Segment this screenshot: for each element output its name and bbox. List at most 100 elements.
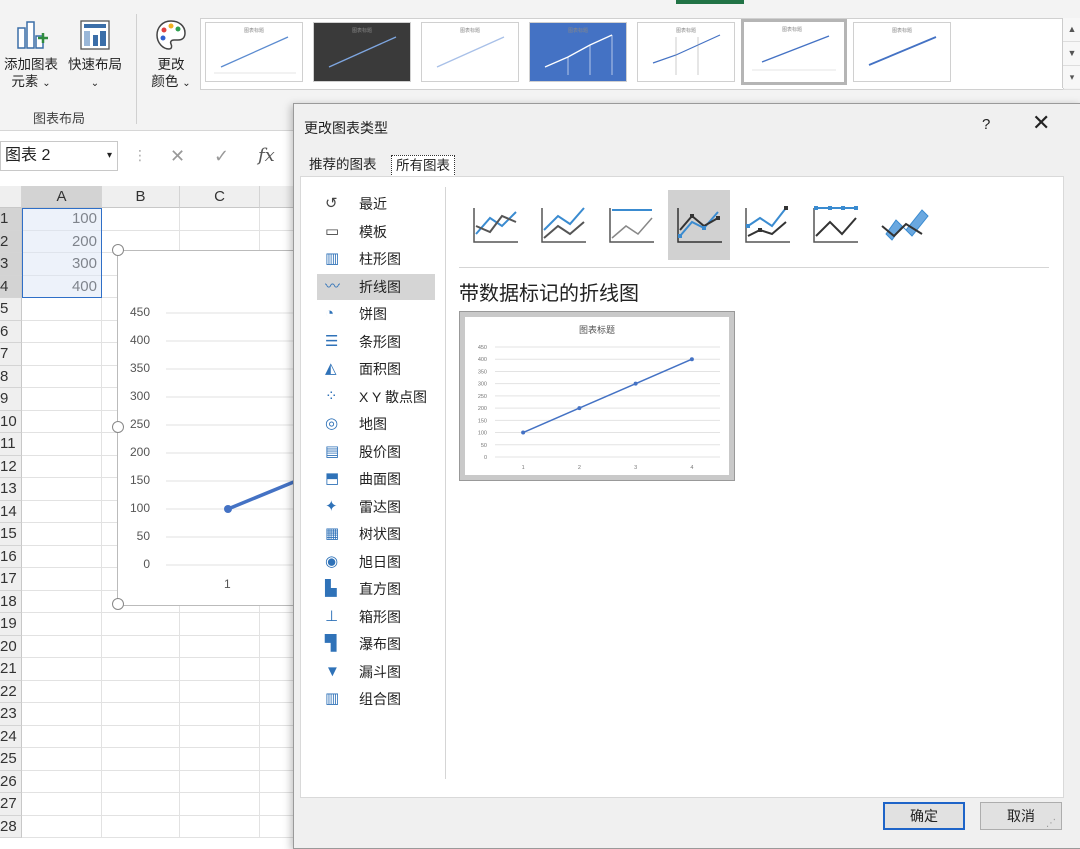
cell[interactable] [180,208,260,231]
row-header[interactable]: 3 [0,253,22,276]
cell[interactable] [22,320,102,343]
chart-category-item[interactable]: ▼ 漏斗图 [317,659,437,685]
column-header-c[interactable]: C [180,186,260,208]
chart-category-item[interactable]: 〰 折线图 [317,273,435,300]
subtype-3d-line[interactable] [872,190,934,254]
chart-category-item[interactable]: ▥ 组合图 [317,686,437,712]
chart-category-item[interactable]: ▦ 树状图 [317,521,437,547]
chart-category-item[interactable]: ▙ 直方图 [317,576,437,602]
row-header[interactable]: 8 [0,365,22,388]
cell[interactable] [102,613,180,636]
row-header[interactable]: 23 [0,703,22,726]
row-header[interactable]: 28 [0,815,22,838]
cell[interactable] [180,658,260,681]
row-header[interactable]: 1 [0,208,22,231]
cell[interactable] [22,770,102,793]
cell[interactable] [22,433,102,456]
cell[interactable] [22,343,102,366]
cell[interactable] [22,815,102,838]
row-header[interactable]: 27 [0,793,22,816]
chart-category-item[interactable]: ▜ 瀑布图 [317,631,437,657]
cell[interactable] [102,770,180,793]
resize-handle[interactable] [112,598,124,610]
cancel-entry-button[interactable]: ✕ [170,146,185,167]
resize-grip-icon[interactable]: ⋰ [1046,818,1056,829]
insert-function-button[interactable]: fx [258,145,275,166]
row-header[interactable]: 17 [0,568,22,591]
chart-category-item[interactable]: ▤ 股价图 [317,439,437,465]
chart-category-item[interactable]: ☰ 条形图 [317,329,437,355]
cell[interactable] [22,725,102,748]
row-header[interactable]: 12 [0,455,22,478]
chart-style-7[interactable]: 图表标题 [853,22,951,82]
chart-category-item[interactable]: ⁘ X Y 散点图 [317,384,437,410]
cell[interactable] [22,613,102,636]
cell[interactable] [102,658,180,681]
cell[interactable] [102,208,180,231]
chart-category-item[interactable]: ✦ 雷达图 [317,494,437,520]
row-header[interactable]: 10 [0,410,22,433]
chart-style-4[interactable]: 图表标题 [529,22,627,82]
cell[interactable] [22,410,102,433]
chart-category-item[interactable]: ◭ 面积图 [317,356,437,382]
cell[interactable] [180,635,260,658]
row-header[interactable]: 14 [0,500,22,523]
subtype-stacked-line[interactable] [532,190,594,254]
cell[interactable] [180,770,260,793]
subtype-stacked-line-markers[interactable] [736,190,798,254]
chart-category-item[interactable]: ↺ 最近 [317,191,437,217]
select-all-corner[interactable] [0,186,22,208]
chart-category-item[interactable]: ⊥ 箱形图 [317,604,437,630]
chart-category-item[interactable]: ◉ 旭日图 [317,549,437,575]
row-header[interactable]: 5 [0,298,22,321]
row-header[interactable]: 13 [0,478,22,501]
chart-category-item[interactable]: ▥ 柱形图 [317,246,437,272]
row-header[interactable]: 22 [0,680,22,703]
cell[interactable] [22,748,102,771]
cell[interactable] [22,298,102,321]
cell[interactable] [180,748,260,771]
row-header[interactable]: 26 [0,770,22,793]
name-box[interactable]: 图表 2 ▾ [0,141,118,171]
cell[interactable] [22,635,102,658]
tab-recommended-charts[interactable]: 推荐的图表 [305,155,381,175]
row-header[interactable]: 7 [0,343,22,366]
gallery-scroll-down[interactable]: ▼ [1063,42,1080,66]
cell[interactable] [22,523,102,546]
help-button[interactable]: ? [982,116,990,133]
row-header[interactable]: 20 [0,635,22,658]
close-button[interactable]: ✕ [1032,112,1050,134]
chart-category-item[interactable]: ◎ 地图 [317,411,437,437]
cell[interactable] [22,500,102,523]
cell[interactable] [22,545,102,568]
row-header[interactable]: 9 [0,388,22,411]
chart-style-5[interactable]: 图表标题 [637,22,735,82]
row-header[interactable]: 6 [0,320,22,343]
cell[interactable] [180,815,260,838]
chart-category-item[interactable]: ▭ 模板 [317,219,437,245]
cell[interactable] [22,365,102,388]
quick-layout-button[interactable]: 快速布局 ⌄ [63,18,127,92]
resize-handle[interactable] [112,244,124,256]
cell[interactable] [22,478,102,501]
tab-all-charts[interactable]: 所有图表 [391,155,455,177]
chart-style-1[interactable]: 图表标题 [205,22,303,82]
cell[interactable] [180,703,260,726]
cell[interactable] [22,703,102,726]
row-header[interactable]: 15 [0,523,22,546]
chart-style-3[interactable]: 图表标题 [421,22,519,82]
cell[interactable] [180,793,260,816]
cell[interactable] [22,590,102,613]
subtype-line[interactable] [464,190,526,254]
column-header-b[interactable]: B [102,186,180,208]
chart-category-item[interactable]: ◔ 饼图 [317,301,437,327]
column-header-a[interactable]: A [22,186,102,208]
cell[interactable] [102,635,180,658]
ok-button[interactable]: 确定 [883,802,965,830]
cell[interactable] [180,680,260,703]
cell[interactable] [102,748,180,771]
row-header[interactable]: 11 [0,433,22,456]
cell[interactable] [22,793,102,816]
row-header[interactable]: 18 [0,590,22,613]
chart-style-2[interactable]: 图表标题 [313,22,411,82]
